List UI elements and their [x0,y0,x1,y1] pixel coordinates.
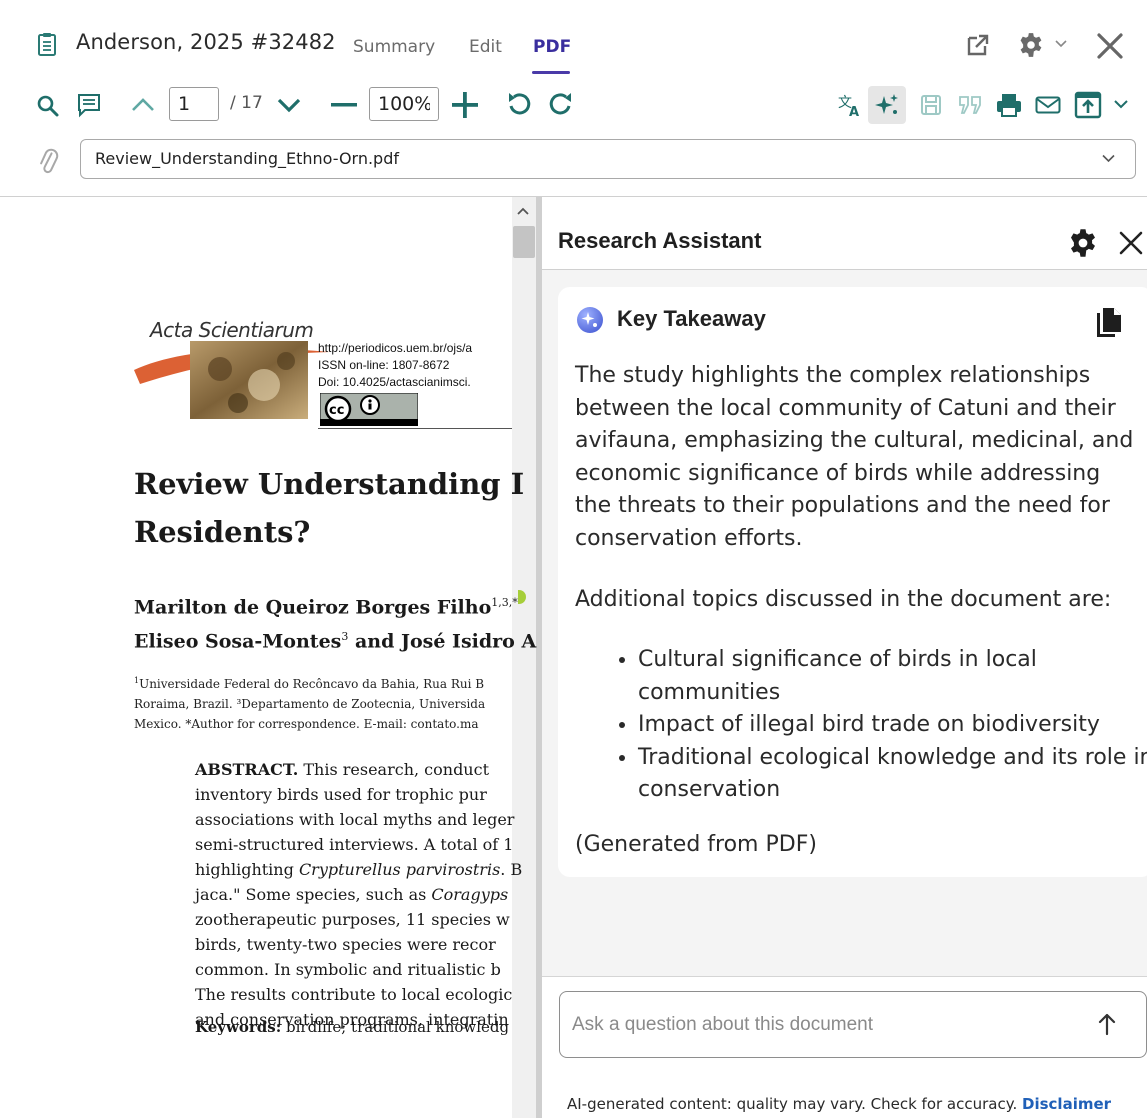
scroll-up-icon[interactable] [516,206,530,216]
journal-name: Acta Scientiarum [150,318,314,342]
key-takeaway-summary: The study highlights the complex relatio… [575,363,1134,551]
close-icon[interactable] [1096,32,1124,60]
chevron-down-icon[interactable] [1055,40,1067,48]
comment-icon[interactable] [76,92,102,118]
chevron-up-icon[interactable] [130,97,156,113]
ask-question-input[interactable] [559,991,1147,1058]
tab-edit[interactable]: Edit [469,37,502,57]
author-affiliation-sup: 1,3,* [491,596,518,609]
key-takeaway-heading: Key Takeaway [617,306,766,331]
creative-commons-badge: cc [320,393,418,426]
keywords-label: Keywords: [195,1018,282,1036]
abstract-line: This research, conduct [298,760,489,779]
list-item: Traditional ecological knowledge and its… [638,742,1147,807]
search-icon[interactable] [36,94,60,118]
ai-sparkle-icon [577,307,603,333]
chevron-down-icon[interactable] [1102,154,1115,163]
generated-source-note: (Generated from PDF) [575,832,817,857]
ai-disclaimer: AI-generated content: quality may vary. … [567,1095,1111,1113]
rotate-ccw-icon[interactable] [506,91,532,117]
print-icon[interactable] [996,93,1022,117]
page-total: / 17 [230,93,263,113]
send-arrow-icon[interactable] [1097,1012,1117,1036]
scroll-thumb[interactable] [513,226,535,258]
disclaimer-text: AI-generated content: quality may vary. … [567,1095,1023,1113]
copy-icon[interactable] [1094,306,1124,340]
svg-text:A: A [849,105,859,117]
abstract-line: jaca." Some species, such as [195,885,432,904]
author-name: Eliseo Sosa-Montes [134,630,342,653]
export-icon[interactable] [1074,91,1102,119]
affiliation-line: Universidade Federal do Recôncavo da Bah… [139,677,485,691]
orcid-icon[interactable] [517,590,526,604]
affiliation-line: Roraima, Brazil. ³Departamento de Zootec… [134,697,486,711]
author-name: and José Isidro A [348,630,537,653]
journal-url: http://periodicos.uem.br/ojs/a [318,341,473,355]
abstract-species: Crypturellus parvirostris [298,860,501,879]
tab-summary[interactable]: Summary [353,37,435,57]
translate-icon[interactable]: 文 A [838,93,862,117]
abstract-label: ABSTRACT. [195,760,299,779]
research-assistant-title: Research Assistant [558,228,762,253]
abstract-line: . B [500,860,523,879]
chevron-down-icon[interactable] [276,96,302,114]
journal-doi: Doi: 10.4025/actascianimsci. [318,375,471,389]
paperclip-icon [40,148,59,174]
close-icon[interactable] [1118,230,1144,256]
quote-icon[interactable] [958,95,984,115]
article-title-line: Review Understanding I [134,467,525,501]
abstract-species: Coragyps [431,885,509,904]
additional-topics-intro: Additional topics discussed in the docum… [575,587,1112,612]
article-keywords: Keywords: birdlife; traditional knowledg [195,1018,509,1036]
attachment-file-name: Review_Understanding_Ethno-Orn.pdf [95,149,399,168]
list-item: Impact of illegal bird trade on biodiver… [638,709,1147,742]
footer-divider [542,976,1147,977]
article-title: Review Understanding I Residents? [134,460,564,556]
article-authors: Marilton de Queiroz Borges Filho1,3,* El… [134,588,554,657]
save-icon[interactable] [920,94,942,116]
open-external-icon[interactable] [966,33,990,57]
topics-list: Cultural significance of birds in local … [612,644,1147,807]
list-item: Cultural significance of birds in local … [638,644,1147,709]
article-title-line: Residents? [134,515,311,549]
chevron-down-icon[interactable] [1114,100,1128,110]
gear-icon[interactable] [1018,32,1044,58]
reference-title: Anderson, 2025 #32482 [76,30,336,54]
tab-pdf[interactable]: PDF [533,37,571,57]
page-number-input[interactable] [169,87,219,121]
mail-icon[interactable] [1035,96,1061,114]
minus-icon[interactable] [330,102,358,108]
svg-text:cc: cc [329,403,344,418]
zoom-input[interactable] [369,87,439,121]
affiliation-line: Mexico. *Author for correspondence. E-ma… [134,717,479,731]
journal-header-rule [318,428,512,429]
sparkle-icon[interactable] [874,92,900,118]
journal-issn: ISSN on-line: 1807-8672 [318,358,450,372]
disclaimer-link[interactable]: Disclaimer [1022,1095,1111,1113]
active-tab-indicator [532,71,570,74]
abstract-line: highlighting [195,860,299,879]
keywords-text: birdlife; traditional knowledg [281,1018,510,1036]
gear-icon[interactable] [1068,228,1098,258]
rotate-cw-icon[interactable] [548,91,574,117]
plus-icon[interactable] [451,91,479,119]
article-affiliations: 1Universidade Federal do Recôncavo da Ba… [134,671,554,734]
author-name: Marilton de Queiroz Borges Filho [134,596,492,619]
clipboard-icon [38,33,56,56]
journal-logo-image [190,341,308,419]
